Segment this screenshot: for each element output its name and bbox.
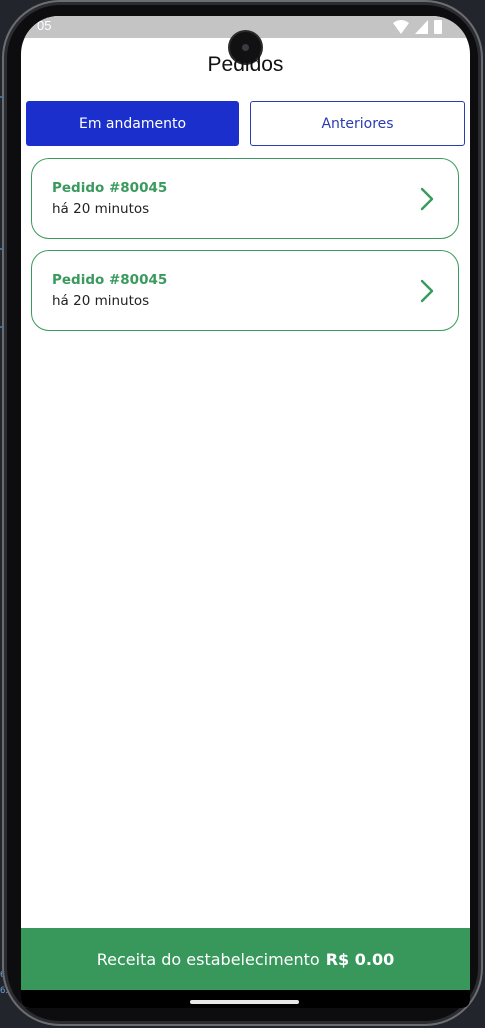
page-title: Pedidos: [207, 53, 284, 76]
phone-frame: 05 Pedidos Em andamento Anteriores Pedid…: [2, 0, 483, 1026]
wifi-icon: [393, 20, 409, 34]
tab-previous-label: Anteriores: [321, 115, 394, 132]
revenue-amount: R$ 0.00: [325, 949, 395, 969]
order-card[interactable]: Pedido #80045 há 20 minutos: [31, 158, 459, 239]
tab-in-progress[interactable]: Em andamento: [26, 101, 239, 146]
system-nav-bar: [21, 990, 470, 1008]
battery-icon: [434, 20, 442, 34]
order-time: há 20 minutos: [52, 293, 150, 309]
order-time: há 20 minutos: [52, 201, 150, 217]
status-time: 05: [37, 18, 52, 33]
cell-signal-icon: [415, 20, 428, 34]
tab-in-progress-label: Em andamento: [78, 115, 187, 132]
revenue-label: Receita do estabelecimento: [96, 949, 320, 969]
order-card[interactable]: Pedido #80045 há 20 minutos: [31, 250, 459, 331]
order-tabs: Em andamento Anteriores: [26, 101, 465, 146]
home-indicator[interactable]: [190, 1000, 299, 1004]
tab-previous[interactable]: Anteriores: [250, 101, 465, 146]
order-number: Pedido #80045: [52, 180, 168, 196]
status-icons: [393, 20, 442, 34]
chevron-right-icon[interactable]: [420, 279, 434, 303]
chevron-right-icon[interactable]: [420, 187, 434, 211]
revenue-bar: Receita do estabelecimento R$ 0.00: [21, 928, 470, 990]
order-number: Pedido #80045: [52, 272, 168, 288]
app-screen: 05 Pedidos Em andamento Anteriores Pedid…: [21, 16, 470, 1008]
